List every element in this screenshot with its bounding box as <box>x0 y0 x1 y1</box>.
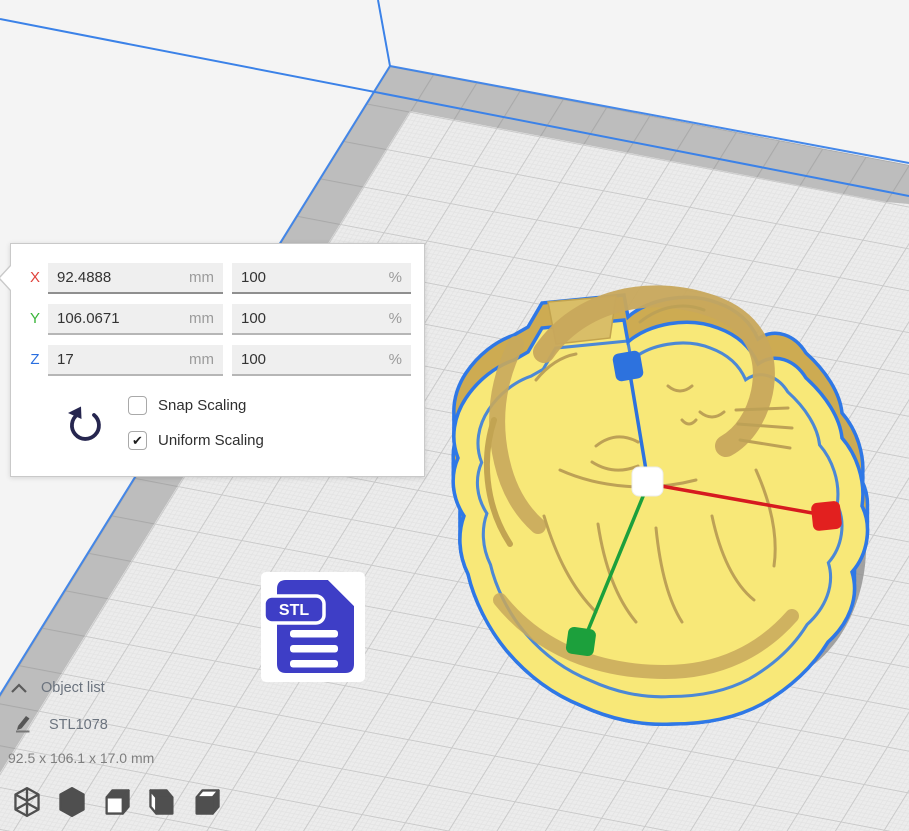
cube-top-face-icon <box>193 787 221 817</box>
reset-icon <box>63 402 105 448</box>
scale-handle-center[interactable] <box>632 467 663 496</box>
uniform-scaling-checkbox-row[interactable]: ✔ Uniform Scaling <box>128 431 264 450</box>
scale-handle-z[interactable] <box>612 350 644 382</box>
scale-y-mm-input[interactable] <box>48 304 223 333</box>
snap-scaling-checkbox-row[interactable]: Snap Scaling <box>128 396 246 415</box>
scale-y-percent-field: % <box>232 304 411 335</box>
axis-y-label: Y <box>24 310 46 327</box>
scale-z-mm-input[interactable] <box>48 345 223 374</box>
object-list-item[interactable]: STL1078 <box>14 714 108 733</box>
snap-scaling-label: Snap Scaling <box>158 397 246 414</box>
cube-3d-wireframe-icon <box>13 787 41 817</box>
scale-y-mm-field: mm <box>48 304 223 335</box>
axis-z-label: Z <box>24 351 46 368</box>
scale-tool-panel: X mm % Y mm % Z mm % <box>10 243 425 477</box>
cube-left-face-icon <box>148 787 176 817</box>
view-right-button[interactable] <box>192 786 222 818</box>
scale-handle-x[interactable] <box>811 501 843 532</box>
stl-file-icon: STL <box>260 570 366 684</box>
object-list-header[interactable]: Object list <box>10 680 105 696</box>
scale-handle-y[interactable] <box>565 626 596 657</box>
snap-scaling-checkbox[interactable] <box>128 396 147 415</box>
view-front-button[interactable] <box>57 786 87 818</box>
scale-x-percent-field: % <box>232 263 411 294</box>
stl-badge-label: STL <box>279 602 309 619</box>
cube-solid-icon <box>58 787 86 817</box>
pencil-icon <box>14 714 32 733</box>
axis-x-label: X <box>24 269 46 286</box>
view-left-button[interactable] <box>147 786 177 818</box>
view-3d-button[interactable] <box>12 786 42 818</box>
scale-z-percent-input[interactable] <box>232 345 411 374</box>
object-name: STL1078 <box>49 717 108 733</box>
model-cat-mold[interactable] <box>453 295 867 724</box>
cube-front-face-icon <box>103 787 131 817</box>
reset-scale-button[interactable] <box>63 402 105 448</box>
scale-x-mm-field: mm <box>48 263 223 294</box>
view-preset-toolbar <box>12 786 222 818</box>
cura-viewport-window: STL X mm % Y mm % Z mm % <box>0 0 909 831</box>
selected-model-size: 92.5 x 106.1 x 17.0 mm <box>8 750 154 766</box>
object-list-title: Object list <box>41 680 105 696</box>
scale-z-percent-field: % <box>232 345 411 376</box>
uniform-scaling-checkbox[interactable]: ✔ <box>128 431 147 450</box>
scale-y-percent-input[interactable] <box>232 304 411 333</box>
uniform-scaling-label: Uniform Scaling <box>158 432 264 449</box>
scale-x-percent-input[interactable] <box>232 263 411 292</box>
view-top-button[interactable] <box>102 786 132 818</box>
scale-z-mm-field: mm <box>48 345 223 376</box>
scale-x-mm-input[interactable] <box>48 263 223 292</box>
chevron-up-icon <box>10 683 28 694</box>
